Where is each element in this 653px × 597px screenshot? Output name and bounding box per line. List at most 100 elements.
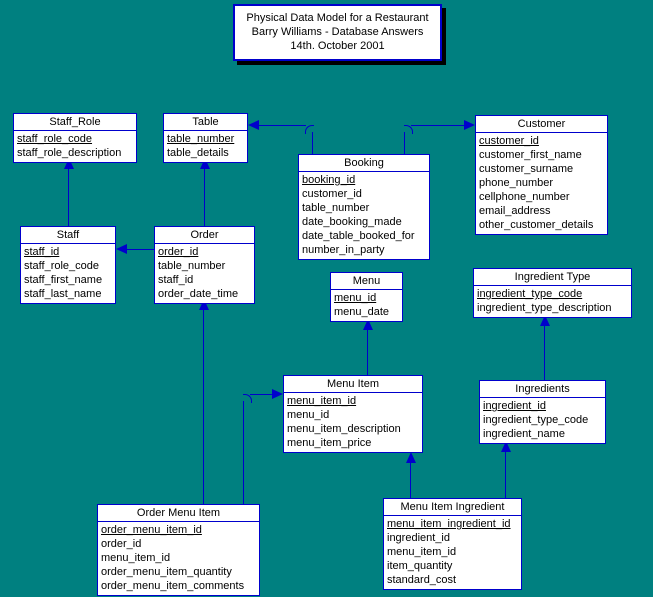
attribute-row: order_id [158, 246, 199, 258]
entity-staff-role[interactable]: Staff_Role staff_role_code staff_role_de… [13, 113, 137, 163]
entity-attributes-ingredient-type: ingredient_type_code ingredient_type_des… [474, 286, 631, 317]
attribute-row: table_number [167, 133, 235, 145]
attribute-row: other_customer_details [479, 219, 594, 231]
entity-header-staff: Staff [21, 227, 115, 244]
connector-booking-to-customer-elbow [404, 125, 413, 134]
entity-ingredient-type[interactable]: Ingredient Type ingredient_type_code ing… [473, 268, 632, 318]
attribute-row: staff_first_name [24, 274, 103, 286]
entity-attributes-order-menu-item: order_menu_item_id order_id menu_item_id… [98, 522, 259, 595]
connector-booking-to-customer-horizontal [411, 125, 464, 126]
attribute-row: number_in_party [302, 244, 385, 256]
entity-customer[interactable]: Customer customer_id customer_first_name… [475, 115, 608, 235]
entity-menu-item-ingredient[interactable]: Menu Item Ingredient menu_item_ingredien… [383, 498, 522, 590]
arrowhead-table-from-booking [248, 120, 259, 130]
attribute-row: menu_item_ingredient_id [387, 518, 511, 530]
attribute-row: menu_date [334, 306, 390, 318]
entity-header-booking: Booking [299, 155, 429, 172]
attribute-row: menu_item_id [101, 552, 171, 564]
attribute-row: ingredient_type_code [477, 288, 583, 300]
entity-attributes-menu-item-ingredient: menu_item_ingredient_id ingredient_id me… [384, 516, 521, 589]
attribute-row: order_menu_item_id [101, 524, 202, 536]
entity-header-ingredients: Ingredients [480, 381, 605, 398]
attribute-row: date_booking_made [302, 216, 402, 228]
arrowhead-customer-from-booking [464, 120, 475, 130]
entity-order-menu-item[interactable]: Order Menu Item order_menu_item_id order… [97, 504, 260, 596]
attribute-row: staff_role_code [17, 133, 93, 145]
attribute-row: menu_item_id [387, 546, 457, 558]
entity-attributes-table: table_number table_details [164, 131, 247, 162]
connector-order-menu-item-to-menu-item-horizontal [250, 394, 273, 395]
attribute-row: staff_id [158, 274, 194, 286]
attribute-row: table_details [167, 147, 229, 159]
arrowhead-menu-item-from-order-menu-item [272, 389, 283, 399]
entity-attributes-menu: menu_id menu_date [331, 290, 402, 321]
connector-order-menu-item-to-order [203, 307, 204, 505]
attribute-row: order_menu_item_comments [101, 580, 245, 592]
connector-order-menu-item-to-menu-item-vertical [243, 401, 244, 505]
attribute-row: item_quantity [387, 560, 453, 572]
arrowhead-menu-item-from-menu-item-ingredient [406, 452, 416, 463]
connector-ingredients-to-ingredient-type [544, 323, 545, 381]
attribute-row: menu_id [334, 292, 377, 304]
attribute-row: order_date_time [158, 288, 239, 300]
connector-menu-item-ingredient-to-ingredients [505, 449, 506, 500]
attribute-row: staff_role_code [24, 260, 100, 272]
entity-header-ingredient-type: Ingredient Type [474, 269, 631, 286]
entity-ingredients[interactable]: Ingredients ingredient_id ingredient_typ… [479, 380, 606, 444]
arrowhead-staff-from-order [116, 244, 127, 254]
attribute-row: standard_cost [387, 574, 457, 586]
connector-menu-item-ingredient-to-menu-item [410, 460, 411, 500]
title-line-3: 14th. October 2001 [290, 40, 385, 52]
entity-attributes-ingredients: ingredient_id ingredient_type_code ingre… [480, 398, 605, 443]
attribute-row: menu_id [287, 409, 330, 421]
connector-booking-to-table-elbow [305, 125, 314, 134]
attribute-row: email_address [479, 205, 551, 217]
entity-menu[interactable]: Menu menu_id menu_date [330, 272, 403, 322]
entity-attributes-staff-role: staff_role_code staff_role_description [14, 131, 136, 162]
entity-header-menu: Menu [331, 273, 402, 290]
entity-attributes-order: order_id table_number staff_id order_dat… [155, 244, 254, 303]
entity-booking[interactable]: Booking booking_id customer_id table_num… [298, 154, 430, 260]
entity-table[interactable]: Table table_number table_details [163, 113, 248, 163]
attribute-row: menu_item_price [287, 437, 372, 449]
attribute-row: order_id [101, 538, 142, 550]
attribute-row: ingredient_type_code [483, 414, 589, 426]
entity-header-order: Order [155, 227, 254, 244]
attribute-row: order_menu_item_quantity [101, 566, 232, 578]
attribute-row: booking_id [302, 174, 356, 186]
entity-menu-item[interactable]: Menu Item menu_item_id menu_id menu_item… [283, 375, 423, 453]
attribute-row: ingredient_type_description [477, 302, 612, 314]
connector-booking-to-table-horizontal [259, 125, 306, 126]
attribute-row: ingredient_id [483, 400, 546, 412]
entity-header-table: Table [164, 114, 247, 131]
attribute-row: staff_last_name [24, 288, 102, 300]
attribute-row: ingredient_name [483, 428, 565, 440]
attribute-row: table_number [302, 202, 370, 214]
entity-attributes-customer: customer_id customer_first_name customer… [476, 133, 607, 234]
attribute-row: cellphone_number [479, 191, 570, 203]
attribute-row: table_number [158, 260, 226, 272]
attribute-row: customer_first_name [479, 149, 582, 161]
connector-booking-to-customer-vertical [404, 132, 405, 155]
entity-attributes-booking: booking_id customer_id table_number date… [299, 172, 429, 259]
entity-order[interactable]: Order order_id table_number staff_id ord… [154, 226, 255, 304]
entity-header-menu-item-ingredient: Menu Item Ingredient [384, 499, 521, 516]
connector-order-menu-item-to-menu-item-elbow [243, 394, 252, 403]
attribute-row: ingredient_id [387, 532, 450, 544]
attribute-row: customer_surname [479, 163, 574, 175]
attribute-row: staff_id [24, 246, 60, 258]
title-line-2: Barry Williams - Database Answers [251, 26, 424, 38]
diagram-canvas: Physical Data Model for a Restaurant Bar… [0, 0, 653, 597]
entity-staff[interactable]: Staff staff_id staff_role_code staff_fir… [20, 226, 116, 304]
attribute-row: menu_item_id [287, 395, 357, 407]
connector-booking-to-table-vertical [312, 132, 313, 155]
attribute-row: phone_number [479, 177, 554, 189]
entity-header-customer: Customer [476, 116, 607, 133]
entity-header-staff-role: Staff_Role [14, 114, 136, 131]
entity-header-order-menu-item: Order Menu Item [98, 505, 259, 522]
attribute-row: staff_role_description [17, 147, 122, 159]
title-line-1: Physical Data Model for a Restaurant [246, 12, 429, 24]
entity-attributes-menu-item: menu_item_id menu_id menu_item_descripti… [284, 393, 422, 452]
attribute-row: date_table_booked_for [302, 230, 415, 242]
entity-attributes-staff: staff_id staff_role_code staff_first_nam… [21, 244, 115, 303]
